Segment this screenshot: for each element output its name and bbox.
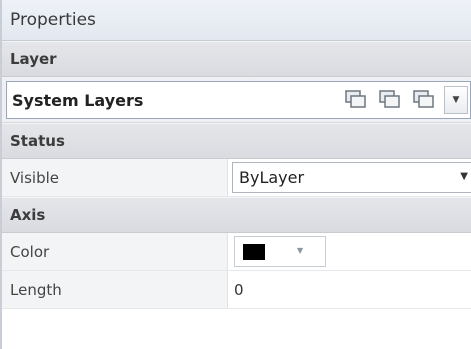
layer-selector-row: System Layers ▼ (2, 77, 471, 123)
visible-select[interactable]: ByLayer ▼ (232, 162, 471, 193)
layer-name: System Layers (12, 90, 144, 110)
color-picker[interactable]: ▼ (234, 236, 326, 267)
panel-title-bar: Properties (2, 0, 471, 41)
length-input[interactable]: 0 (228, 271, 471, 308)
layers-icon[interactable] (342, 87, 370, 113)
property-value-cell: ▼ (228, 233, 471, 270)
layer-selector[interactable]: System Layers ▼ (6, 81, 471, 119)
properties-panel: Properties Layer System Layers ▼ Status … (0, 0, 471, 349)
section-header-layer[interactable]: Layer (2, 41, 471, 77)
section-label: Layer (10, 50, 57, 68)
panel-title: Properties (10, 10, 96, 30)
section-label: Status (10, 132, 65, 150)
property-label: Color (2, 233, 228, 270)
chevron-down-icon[interactable]: ▼ (444, 86, 468, 114)
visible-select-value: ByLayer (239, 168, 305, 187)
property-label: Visible (2, 159, 228, 196)
section-header-status[interactable]: Status (2, 123, 471, 159)
property-label: Length (2, 271, 228, 308)
color-swatch (243, 244, 265, 260)
property-row-visible: Visible ByLayer ▼ (2, 159, 471, 197)
layers-icon[interactable] (376, 87, 404, 113)
section-label: Axis (10, 206, 46, 224)
property-row-color: Color ▼ (2, 233, 471, 271)
property-row-length: Length 0 (2, 271, 471, 309)
section-header-axis[interactable]: Axis (2, 197, 471, 233)
chevron-down-icon[interactable]: ▼ (297, 246, 303, 255)
chevron-down-icon[interactable]: ▼ (460, 171, 468, 182)
layers-icon[interactable] (410, 87, 438, 113)
property-value-cell: ByLayer ▼ (228, 159, 471, 196)
